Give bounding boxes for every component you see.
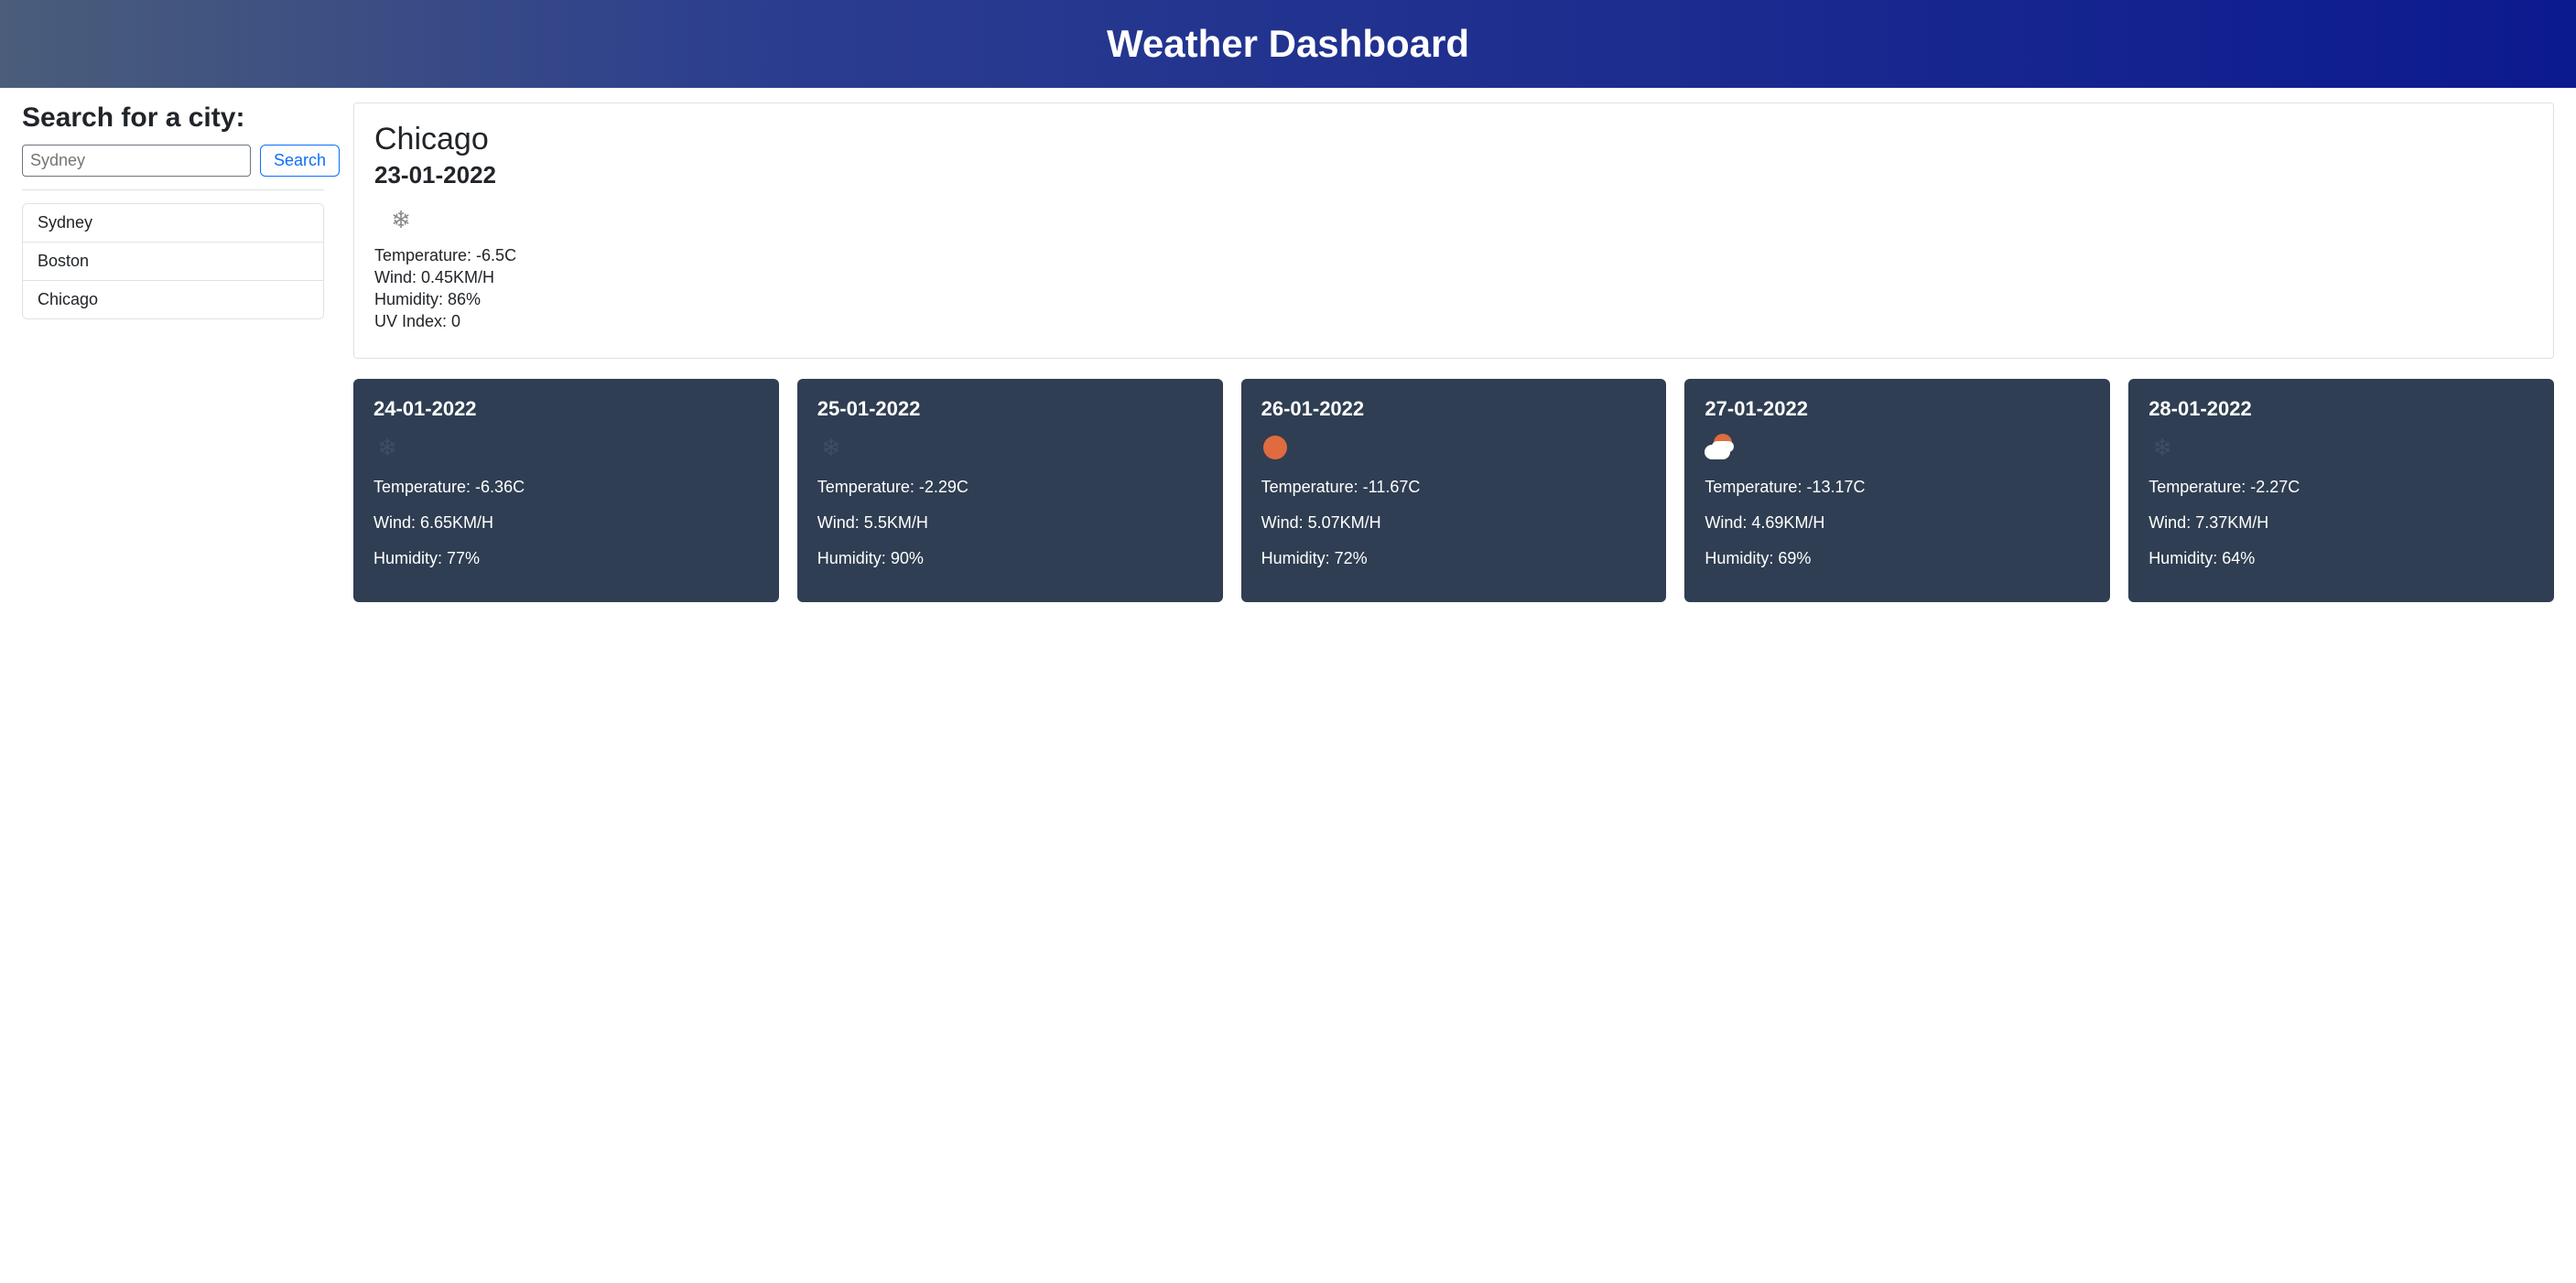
forecast-temperature: Temperature: -13.17C — [1705, 476, 2090, 499]
search-row: Search — [22, 145, 324, 177]
snowflake-icon: ❄ — [387, 206, 2533, 233]
forecast-wind: Wind: 5.5KM/H — [817, 512, 1203, 534]
main-content: Chicago 23-01-2022 ❄ Temperature: -6.5C … — [353, 102, 2554, 602]
forecast-card: 24-01-2022 ❄ Temperature: -6.36C Wind: 6… — [353, 379, 779, 602]
forecast-wind: Wind: 6.65KM/H — [373, 512, 759, 534]
sidebar: Search for a city: Search Sydney Boston … — [22, 102, 324, 602]
forecast-card: 28-01-2022 ❄ Temperature: -2.27C Wind: 7… — [2128, 379, 2554, 602]
forecast-humidity: Humidity: 69% — [1705, 547, 2090, 570]
current-date: 23-01-2022 — [374, 161, 2533, 189]
forecast-wind: Wind: 7.37KM/H — [2148, 512, 2534, 534]
forecast-wind: Wind: 5.07KM/H — [1261, 512, 1647, 534]
forecast-card: 26-01-2022 Temperature: -11.67C Wind: 5.… — [1241, 379, 1667, 602]
forecast-humidity: Humidity: 77% — [373, 547, 759, 570]
history-item[interactable]: Boston — [23, 243, 323, 281]
current-city: Chicago — [374, 122, 2533, 157]
partly-cloudy-icon — [1705, 434, 2090, 461]
history-item[interactable]: Chicago — [23, 281, 323, 318]
snowflake-icon: ❄ — [2148, 434, 2534, 461]
search-button[interactable]: Search — [260, 145, 340, 177]
forecast-humidity: Humidity: 72% — [1261, 547, 1647, 570]
sun-icon — [1261, 434, 1647, 461]
forecast-wind: Wind: 4.69KM/H — [1705, 512, 2090, 534]
forecast-card: 27-01-2022 Temperature: -13.17C Wind: 4.… — [1684, 379, 2110, 602]
snowflake-icon: ❄ — [817, 434, 1203, 461]
history-item[interactable]: Sydney — [23, 204, 323, 243]
forecast-temperature: Temperature: -11.67C — [1261, 476, 1647, 499]
forecast-date: 25-01-2022 — [817, 397, 1203, 421]
current-humidity: Humidity: 86% — [374, 290, 2533, 309]
forecast-row: 24-01-2022 ❄ Temperature: -6.36C Wind: 6… — [353, 379, 2554, 602]
divider — [22, 189, 324, 190]
forecast-humidity: Humidity: 90% — [817, 547, 1203, 570]
forecast-temperature: Temperature: -6.36C — [373, 476, 759, 499]
current-weather-card: Chicago 23-01-2022 ❄ Temperature: -6.5C … — [353, 102, 2554, 359]
forecast-card: 25-01-2022 ❄ Temperature: -2.29C Wind: 5… — [797, 379, 1223, 602]
forecast-date: 27-01-2022 — [1705, 397, 2090, 421]
forecast-temperature: Temperature: -2.29C — [817, 476, 1203, 499]
forecast-date: 26-01-2022 — [1261, 397, 1647, 421]
main-container: Search for a city: Search Sydney Boston … — [0, 88, 2576, 617]
forecast-date: 28-01-2022 — [2148, 397, 2534, 421]
search-history-list: Sydney Boston Chicago — [22, 203, 324, 319]
app-header: Weather Dashboard — [0, 0, 2576, 88]
forecast-humidity: Humidity: 64% — [2148, 547, 2534, 570]
search-heading: Search for a city: — [22, 102, 324, 134]
current-wind: Wind: 0.45KM/H — [374, 268, 2533, 287]
current-temperature: Temperature: -6.5C — [374, 246, 2533, 265]
snowflake-icon: ❄ — [373, 434, 759, 461]
city-search-input[interactable] — [22, 145, 251, 177]
page-title: Weather Dashboard — [0, 22, 2576, 66]
forecast-date: 24-01-2022 — [373, 397, 759, 421]
forecast-temperature: Temperature: -2.27C — [2148, 476, 2534, 499]
current-uv-index: UV Index: 0 — [374, 312, 2533, 331]
